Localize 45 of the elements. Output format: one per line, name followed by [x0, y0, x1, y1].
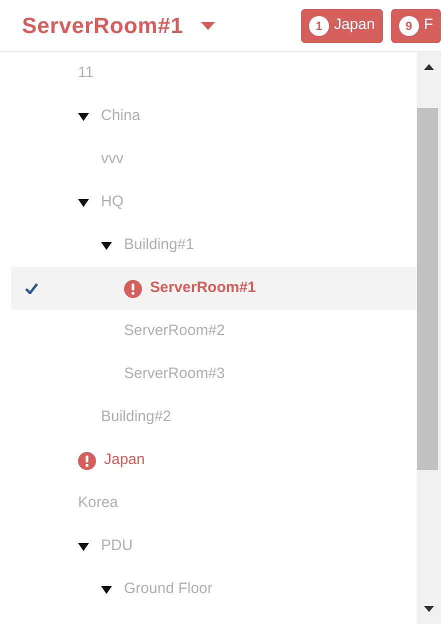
tree-row[interactable]: Building#1	[11, 224, 417, 267]
scroll-up-icon[interactable]	[424, 64, 434, 70]
location-tag[interactable]: 1 Japan	[300, 8, 383, 42]
tree-label: vvv	[101, 149, 124, 170]
scrollbar[interactable]	[417, 52, 441, 624]
expanded-arrow-icon[interactable]	[78, 542, 89, 550]
expanded-arrow-icon[interactable]	[101, 242, 112, 250]
tree-row[interactable]: 11	[11, 52, 417, 95]
count-badge: 9	[398, 16, 419, 36]
tree-label: PDU	[101, 536, 133, 556]
count-badge: 1	[308, 16, 329, 36]
tree-row[interactable]: Japan	[11, 439, 417, 482]
dropdown-value: ServerRoom#1	[22, 12, 184, 40]
tree-row[interactable]: HQ	[11, 181, 417, 224]
scroll-down-icon[interactable]	[424, 606, 434, 612]
tree-label: ServerRoom#1	[150, 278, 256, 298]
expanded-arrow-icon[interactable]	[78, 112, 89, 120]
expanded-arrow-icon[interactable]	[78, 198, 89, 206]
tree-row[interactable]: ServerRoom#2	[11, 310, 417, 353]
tree-label: ServerRoom#2	[124, 321, 225, 342]
caret-icon	[201, 22, 216, 30]
tree-row[interactable]: Ground Floor	[11, 568, 417, 611]
tree-row[interactable]: Building#2	[11, 396, 417, 439]
tree-label: Korea	[78, 493, 118, 514]
tree-label: Japan	[104, 450, 145, 470]
expanded-arrow-icon[interactable]	[101, 586, 112, 594]
tree-label: Building#2	[101, 407, 172, 428]
location-tag[interactable]: 9 F	[390, 8, 441, 42]
tree-row[interactable]: PDU	[11, 525, 417, 568]
scrollbar-thumb[interactable]	[417, 108, 438, 470]
checkmark-icon	[25, 283, 38, 294]
tag-label: F	[424, 15, 433, 36]
tree-label: ServerRoom#3	[124, 364, 225, 384]
tag-label: Japan	[334, 15, 375, 36]
tree-row[interactable]: ServerRoom#1	[11, 267, 417, 310]
tree-label: Building#1	[124, 235, 194, 256]
tree-label: HQ	[101, 192, 124, 212]
tree-label: China	[101, 106, 140, 126]
tree-label: Ground Floor	[124, 579, 212, 600]
tree-row[interactable]: ServerRoom#3	[11, 353, 417, 396]
dropdown-title[interactable]: ServerRoom#1	[22, 9, 216, 42]
tree-row[interactable]: vvv	[11, 138, 417, 181]
tree-row[interactable]: China	[11, 95, 417, 138]
tree-row[interactable]: Korea	[11, 482, 417, 525]
tree-label: 11	[78, 63, 94, 84]
